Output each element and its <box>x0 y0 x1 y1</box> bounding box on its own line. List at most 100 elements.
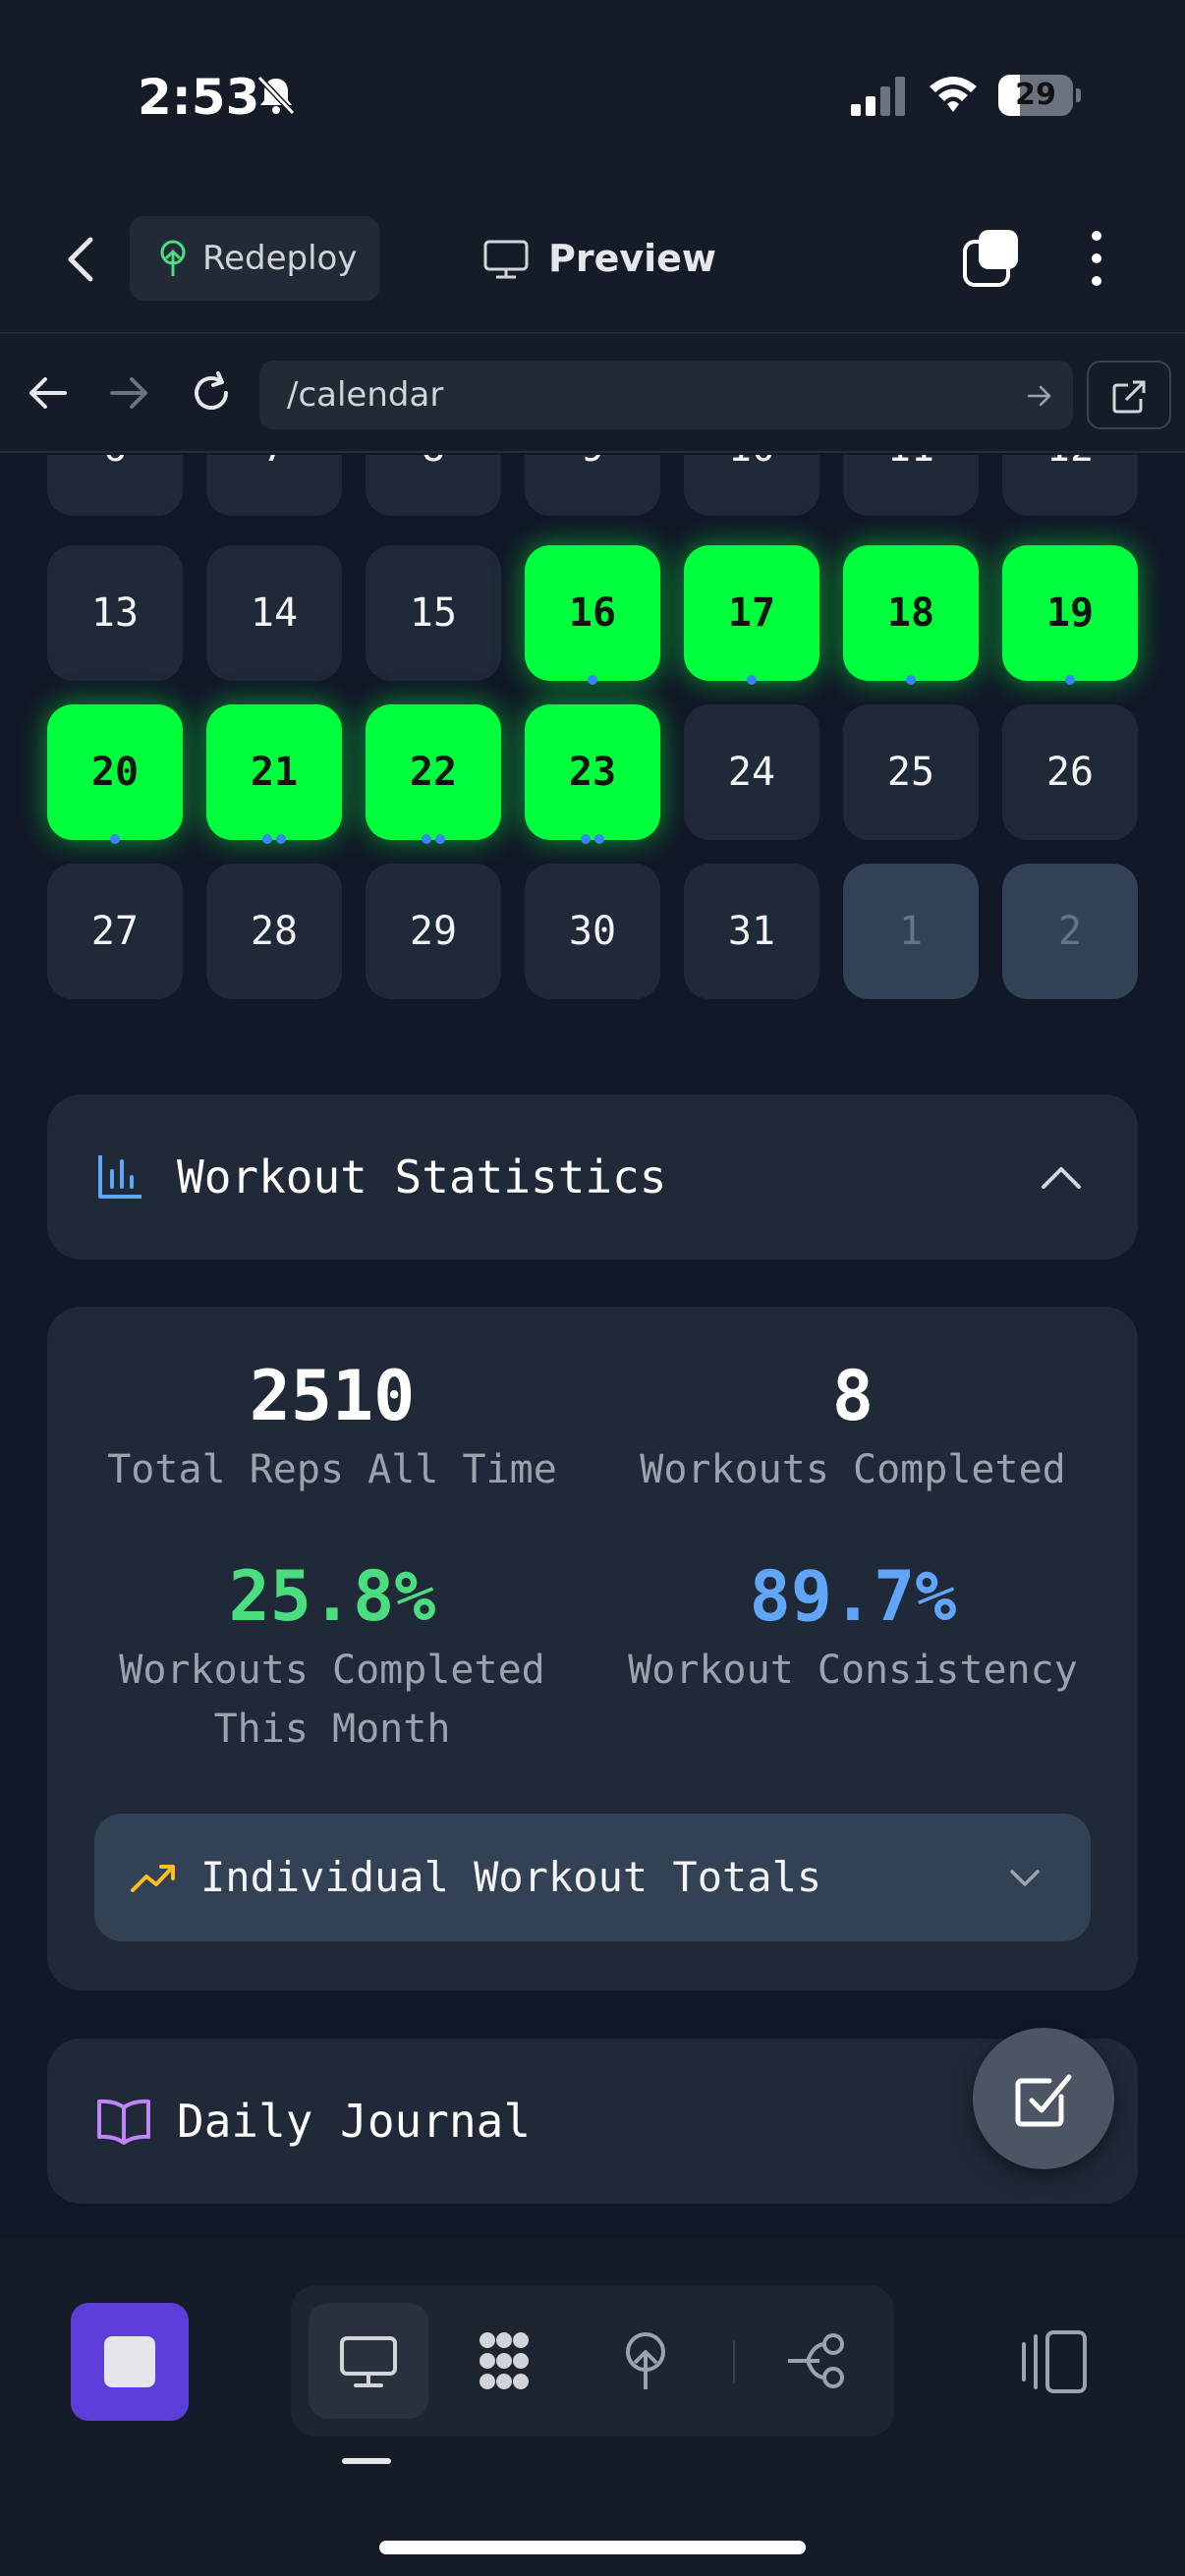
calendar-day[interactable]: 30 <box>525 864 660 999</box>
bell-slash-icon <box>256 75 296 116</box>
side-panel-icon[interactable] <box>1018 2326 1089 2397</box>
calendar-day[interactable]: 24 <box>684 704 819 840</box>
month-completion-label-line1: Workouts Completed <box>119 1648 545 1693</box>
calendar-day[interactable]: 23 <box>525 704 660 844</box>
redeploy-label: Redeploy <box>202 239 358 278</box>
calendar-day[interactable]: 31 <box>684 864 819 999</box>
workout-statistics-header[interactable]: Workout Statistics <box>47 1094 1138 1260</box>
chevron-down-icon <box>1010 1870 1040 1886</box>
workout-dot <box>110 834 120 844</box>
url-text: /calendar <box>287 375 444 415</box>
home-indicator <box>379 2541 806 2554</box>
calendar-day[interactable]: 14 <box>206 545 342 681</box>
month-completion-value: 25.8% <box>228 1556 436 1637</box>
workout-indicator-dots <box>525 834 660 844</box>
month-completion-label-line2: This Month <box>213 1707 451 1752</box>
workout-indicator-dots <box>843 675 979 685</box>
tool-nodes[interactable] <box>444 2303 564 2419</box>
nodes-icon <box>480 2332 529 2389</box>
forward-arrow-icon[interactable] <box>104 368 153 418</box>
wifi-icon <box>930 77 977 112</box>
calendar-day[interactable]: 18 <box>843 545 979 685</box>
calendar-day[interactable]: 25 <box>843 704 979 840</box>
daily-journal-title: Daily Journal <box>177 2095 532 2148</box>
page-content: 6789101112131415161718192021222324252627… <box>0 455 1185 2238</box>
more-vertical-icon[interactable] <box>1081 226 1112 291</box>
calendar-day[interactable]: 13 <box>47 545 183 681</box>
calendar-day[interactable]: 12 <box>1002 455 1138 516</box>
tool-flow[interactable] <box>757 2303 876 2419</box>
workout-indicator-dots <box>206 834 342 844</box>
monitor-icon <box>340 2336 397 2387</box>
calendar-day[interactable]: 1 <box>843 864 979 999</box>
reload-icon[interactable] <box>187 368 236 418</box>
workout-dot <box>588 675 597 685</box>
calendar-day[interactable]: 26 <box>1002 704 1138 840</box>
workout-statistics-card: 2510 Total Reps All Time 8 Workouts Comp… <box>47 1307 1138 1990</box>
stop-button[interactable] <box>71 2303 189 2421</box>
workout-indicator-dots <box>366 834 501 844</box>
calendar-day[interactable]: 8 <box>366 455 501 516</box>
status-time: 2:53 <box>138 69 260 126</box>
tool-group <box>291 2285 894 2436</box>
workouts-completed-value: 8 <box>831 1356 875 1436</box>
calendar-day[interactable]: 11 <box>843 455 979 516</box>
tool-divider <box>733 2340 735 2383</box>
workout-dot <box>581 834 591 844</box>
chevron-left-icon[interactable] <box>57 230 106 289</box>
deploy-icon <box>626 2332 665 2389</box>
calendar-day[interactable]: 28 <box>206 864 342 999</box>
calendar-day[interactable]: 29 <box>366 864 501 999</box>
deploy-tree-icon <box>160 240 186 276</box>
calendar-day[interactable]: 17 <box>684 545 819 685</box>
tool-deploy[interactable] <box>586 2303 705 2419</box>
calendar-day[interactable]: 7 <box>206 455 342 516</box>
calendar-day[interactable]: 19 <box>1002 545 1138 685</box>
calendar-day[interactable]: 2 <box>1002 864 1138 999</box>
calendar-day[interactable]: 10 <box>684 455 819 516</box>
workout-dot <box>747 675 757 685</box>
workout-dot <box>435 834 445 844</box>
consistency-label: Workout Consistency <box>628 1648 1078 1693</box>
external-link-icon <box>1112 380 1146 414</box>
individual-workout-totals-toggle[interactable]: Individual Workout Totals <box>94 1814 1091 1941</box>
daily-journal-header[interactable]: Daily Journal <box>47 2039 1138 2204</box>
calendar-day[interactable]: 20 <box>47 704 183 844</box>
calendar-day[interactable]: 22 <box>366 704 501 844</box>
calendar-day[interactable]: 21 <box>206 704 342 844</box>
back-arrow-icon[interactable] <box>24 368 73 418</box>
calendar-day[interactable]: 27 <box>47 864 183 999</box>
calendar-day[interactable]: 9 <box>525 455 660 516</box>
chevron-up-icon[interactable] <box>1040 1159 1083 1195</box>
battery-level: 29 <box>1015 78 1056 112</box>
workout-indicator-dots <box>684 675 819 685</box>
individual-workout-totals-label: Individual Workout Totals <box>200 1853 822 1901</box>
tool-preview[interactable] <box>309 2303 428 2419</box>
total-reps-value: 2510 <box>249 1356 416 1436</box>
flow-icon <box>788 2333 844 2388</box>
book-open-icon <box>97 2099 150 2145</box>
calendar-day[interactable]: 16 <box>525 545 660 685</box>
calendar-day[interactable]: 6 <box>47 455 183 516</box>
workout-dot <box>1065 675 1075 685</box>
workout-indicator-dots <box>525 675 660 685</box>
redeploy-button[interactable]: Redeploy <box>130 216 379 301</box>
go-arrow-icon[interactable] <box>1026 382 1053 410</box>
bar-chart-icon <box>98 1155 141 1199</box>
task-fab-button[interactable] <box>973 2028 1114 2169</box>
tabs-icon[interactable] <box>961 228 1024 291</box>
open-external-button[interactable] <box>1087 361 1171 429</box>
workout-dot <box>422 834 431 844</box>
url-input[interactable]: /calendar <box>259 361 1073 429</box>
workout-statistics-title: Workout Statistics <box>177 1150 667 1204</box>
workout-indicator-dots <box>1002 675 1138 685</box>
workout-dot <box>262 834 272 844</box>
workouts-completed-label: Workouts Completed <box>640 1447 1066 1492</box>
url-bar: /calendar <box>0 335 1185 453</box>
workout-dot <box>906 675 916 685</box>
workout-indicator-dots <box>47 834 183 844</box>
workout-dot <box>276 834 286 844</box>
battery-icon: 29 <box>998 75 1081 116</box>
workout-dot <box>594 834 604 844</box>
calendar-day[interactable]: 15 <box>366 545 501 681</box>
